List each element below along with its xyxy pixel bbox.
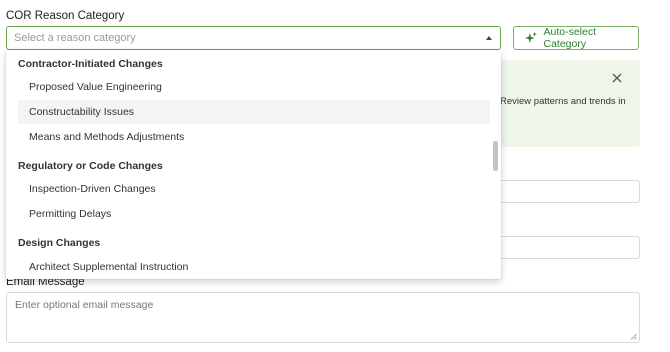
- reason-category-label: COR Reason Category: [6, 10, 125, 22]
- caret-up-icon: [486, 36, 492, 40]
- info-banner-text: Review patterns and trends in: [500, 96, 626, 107]
- dropdown-group-header: Design Changes: [18, 237, 101, 249]
- dropdown-option[interactable]: Means and Methods Adjustments: [6, 125, 490, 149]
- close-icon[interactable]: [611, 72, 623, 84]
- email-placeholder: Enter optional email message: [15, 299, 154, 311]
- dropdown-option[interactable]: Inspection-Driven Changes: [6, 177, 490, 201]
- dropdown-scrollbar[interactable]: [491, 50, 501, 279]
- dropdown-group-header: Regulatory or Code Changes: [18, 160, 163, 172]
- scrollbar-thumb[interactable]: [493, 141, 498, 171]
- dropdown-option-highlighted[interactable]: Constructability Issues: [18, 100, 490, 124]
- email-message-textarea[interactable]: Enter optional email message: [6, 292, 640, 343]
- reason-category-dropdown: Contractor-Initiated Changes Proposed Va…: [6, 50, 501, 279]
- select-placeholder: Select a reason category: [14, 32, 136, 44]
- text-input[interactable]: [500, 180, 640, 203]
- dropdown-group-header: Contractor-Initiated Changes: [18, 58, 163, 70]
- sparkle-icon: [524, 31, 538, 43]
- text-input[interactable]: [500, 236, 640, 259]
- auto-select-category-button[interactable]: Auto-select Category: [513, 26, 639, 50]
- reason-category-select[interactable]: Select a reason category: [6, 26, 501, 50]
- resize-grip-icon[interactable]: [630, 333, 637, 340]
- dropdown-option[interactable]: Architect Supplemental Instruction: [6, 255, 490, 279]
- auto-select-label: Auto-select Category: [543, 26, 597, 50]
- dropdown-option[interactable]: Permitting Delays: [6, 202, 490, 226]
- dropdown-option[interactable]: Proposed Value Engineering: [6, 75, 490, 99]
- info-banner: Review patterns and trends in: [500, 60, 640, 147]
